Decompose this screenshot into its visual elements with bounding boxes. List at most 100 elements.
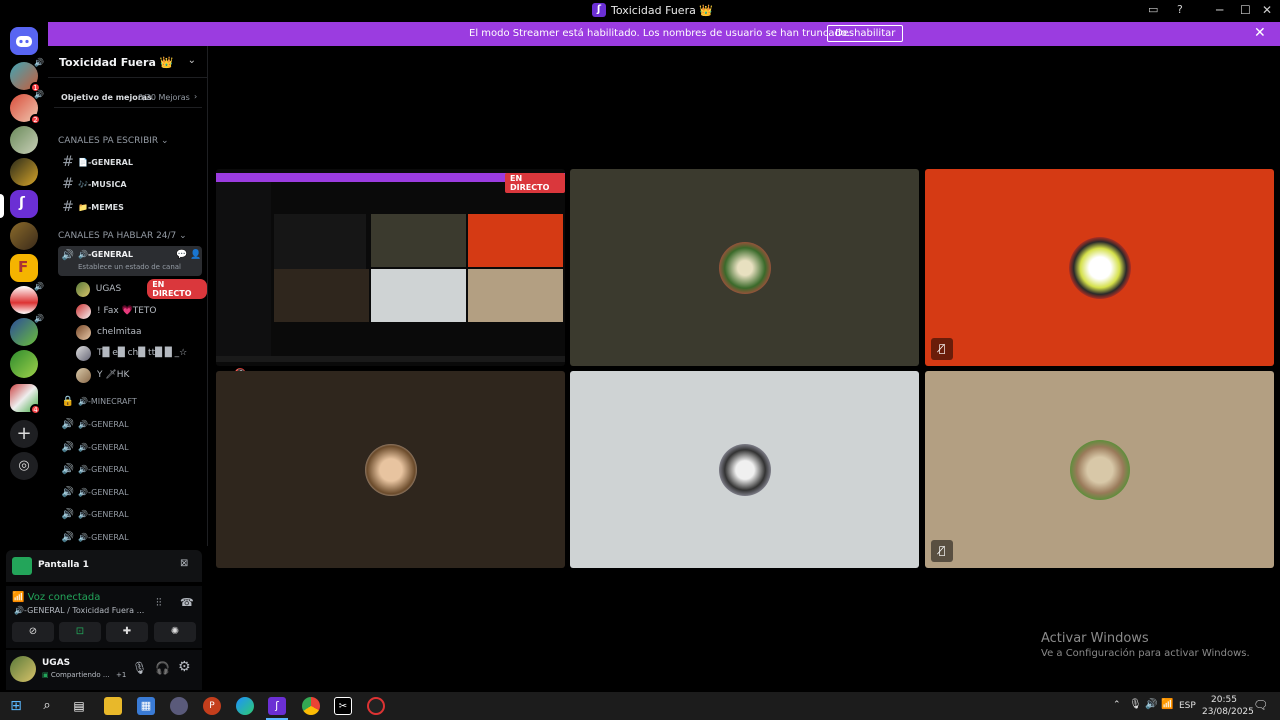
- channel-general-voice[interactable]: 🔊 🔊-GENERAL: [58, 527, 202, 547]
- add-server-icon[interactable]: +: [10, 420, 38, 448]
- server-icon-4[interactable]: [10, 158, 38, 186]
- server-icon-toxicidad[interactable]: ʃ: [10, 190, 38, 218]
- streamer-mode-banner: El modo Streamer está habilitado. Los no…: [48, 22, 1280, 46]
- avatar: [76, 345, 91, 361]
- voice-status[interactable]: 📶 Voz conectada: [12, 592, 100, 603]
- video-tile-chelmitaa[interactable]: [216, 371, 565, 568]
- server-icon-1[interactable]: 🔊 1: [10, 58, 44, 93]
- headphones-icon[interactable]: 🎧: [155, 661, 170, 675]
- obs-icon[interactable]: [367, 697, 385, 715]
- windows-taskbar: ⊞ ⌕ ▤ ▦ P ʃ ✂ ⌃ 🎙 🔊 📶 ESP 20:55 23/08/20…: [0, 692, 1280, 720]
- discord-taskbar-icon[interactable]: ʃ: [268, 697, 286, 715]
- discover-icon[interactable]: ◎: [10, 452, 38, 480]
- voice-user-4[interactable]: T█ e█ ch█ tt█ █ _☆: [76, 343, 187, 363]
- channel-memes[interactable]: # 📁-MEMES: [58, 197, 202, 217]
- microphone-icon[interactable]: 🎙: [132, 661, 147, 675]
- help-icon[interactable]: ?: [1177, 3, 1183, 16]
- speaker-icon: 🔊: [61, 531, 75, 543]
- channel-musica[interactable]: # 🎶-MUSICA: [58, 174, 202, 194]
- channel-general-voice[interactable]: 🔊 🔊-GENERAL: [58, 482, 202, 502]
- close-button[interactable]: ✕: [1262, 3, 1272, 17]
- task-view-icon[interactable]: ▤: [70, 697, 88, 715]
- server-icon-2[interactable]: 🔊 2: [10, 90, 44, 125]
- channel-status[interactable]: Establece un estado de canal: [78, 263, 181, 271]
- server-icon-10[interactable]: [10, 350, 38, 378]
- video-tile-yhk[interactable]: 🎙̸: [925, 371, 1274, 568]
- channel-general-voice[interactable]: 🔊 🔊-GENERAL: [58, 459, 202, 479]
- language-indicator[interactable]: ESP: [1179, 701, 1196, 711]
- user-status-extra: +1: [116, 671, 127, 679]
- activities-icon[interactable]: ✚: [106, 622, 148, 642]
- server-icon-9[interactable]: 🔊: [10, 314, 44, 346]
- server-icon-7[interactable]: F: [10, 254, 38, 282]
- notifications-icon[interactable]: 🗨: [1253, 698, 1268, 712]
- close-banner-icon[interactable]: ✕: [1254, 25, 1266, 41]
- tray-volume-icon[interactable]: 🔊: [1145, 699, 1157, 710]
- app-icon[interactable]: [170, 697, 188, 715]
- video-tile-5[interactable]: [570, 371, 919, 568]
- store-icon[interactable]: ▦: [137, 697, 155, 715]
- participant-avatar: [1068, 236, 1131, 299]
- notification-badge: 4: [30, 404, 41, 415]
- screen-share-icon[interactable]: ⊡: [59, 622, 101, 642]
- server-icon-6[interactable]: [10, 222, 38, 250]
- voice-user-yhk[interactable]: Y 🗡HK: [76, 365, 129, 385]
- disable-streamer-button[interactable]: Deshabilitar: [827, 25, 904, 42]
- chat-icon[interactable]: 💬: [176, 250, 187, 260]
- user-panel: UGAS ▣ Compartiendo ... +1 🎙 🎧 ⚙: [6, 650, 202, 690]
- tray-mic-icon[interactable]: 🎙: [1129, 699, 1142, 710]
- server-folder-icon[interactable]: 4: [10, 384, 41, 415]
- chrome-icon[interactable]: [302, 697, 320, 715]
- user-avatar[interactable]: [10, 656, 36, 682]
- screen-share-title: Pantalla 1: [38, 560, 89, 570]
- channel-general-voice[interactable]: 🔊 🔊-GENERAL: [58, 437, 202, 457]
- voice-location[interactable]: 🔊-GENERAL / Toxicidad Fuera ...: [14, 606, 144, 615]
- invite-icon[interactable]: 👤: [190, 250, 201, 260]
- category-text-channels[interactable]: CANALES PA ESCRIBIR ⌄: [58, 136, 169, 146]
- minimize-button[interactable]: ─: [1216, 3, 1223, 17]
- lock-icon: 🔒: [61, 395, 75, 407]
- channel-general-voice[interactable]: 🔊 🔊-GENERAL: [58, 414, 202, 434]
- inbox-icon[interactable]: ▭: [1148, 3, 1158, 16]
- server-glyph: F: [18, 258, 29, 276]
- video-tile-3[interactable]: 🎙̸: [925, 169, 1274, 366]
- server-icon-8[interactable]: 🔊: [10, 282, 44, 314]
- avatar: [76, 367, 91, 383]
- server-icon-3[interactable]: [10, 126, 38, 154]
- disconnect-icon[interactable]: ☎: [180, 596, 194, 609]
- file-explorer-icon[interactable]: [104, 697, 122, 715]
- voice-user-fax[interactable]: ! Fax 💗TETO: [76, 301, 157, 321]
- discord-home-icon[interactable]: [10, 27, 38, 55]
- channel-general-voice-active[interactable]: 🔊 🔊-GENERAL 💬 👤 Establece un estado de c…: [58, 246, 202, 276]
- channel-minecraft[interactable]: 🔒 🔊-MINECRAFT: [58, 391, 202, 411]
- channel-general-text[interactable]: # 📄-GENERAL: [58, 152, 202, 172]
- category-voice-channels[interactable]: CANALES PA HABLAR 24/7 ⌄: [58, 231, 187, 241]
- noise-suppression-icon[interactable]: ⫶⫶: [156, 596, 162, 610]
- server-name: Toxicidad Fuera 👑: [59, 56, 174, 69]
- voice-user-chelmitaa[interactable]: chelmitaa: [76, 322, 142, 342]
- powerpoint-icon[interactable]: P: [203, 697, 221, 715]
- windows-start-icon[interactable]: ⊞: [7, 697, 25, 715]
- settings-gear-icon[interactable]: ⚙: [178, 659, 191, 675]
- edge-icon[interactable]: [236, 697, 254, 715]
- tray-wifi-icon[interactable]: 📶: [1161, 699, 1173, 710]
- taskbar-date[interactable]: 23/08/2025: [1202, 707, 1254, 717]
- maximize-button[interactable]: ☐: [1240, 3, 1251, 17]
- hash-icon: #: [62, 199, 74, 215]
- boost-goal[interactable]: Objetivo de mejoras 0/20 Mejoras ›: [54, 88, 202, 108]
- server-header[interactable]: Toxicidad Fuera 👑 ⌄: [48, 46, 208, 78]
- taskbar-time[interactable]: 20:55: [1211, 695, 1237, 705]
- channel-general-voice[interactable]: 🔊 🔊-GENERAL: [58, 504, 202, 524]
- video-tile-fax[interactable]: [570, 169, 919, 366]
- capcut-icon[interactable]: ✂: [334, 697, 352, 715]
- user-name: UGAS: [42, 658, 71, 668]
- search-icon[interactable]: ⌕: [38, 697, 56, 715]
- stop-stream-icon[interactable]: ⊠: [180, 558, 188, 569]
- muted-mic-icon: 🎙̸: [931, 338, 953, 360]
- tray-chevron-up-icon[interactable]: ⌃: [1113, 700, 1121, 710]
- camera-off-icon[interactable]: ⊘: [12, 622, 54, 642]
- soundboard-icon[interactable]: ✺: [154, 622, 196, 642]
- stream-tile-ugas[interactable]: EN DIRECTO: [216, 169, 565, 366]
- voice-user-ugas[interactable]: UGAS EN DIRECTO: [76, 279, 207, 299]
- nested-taskbar: [216, 356, 565, 362]
